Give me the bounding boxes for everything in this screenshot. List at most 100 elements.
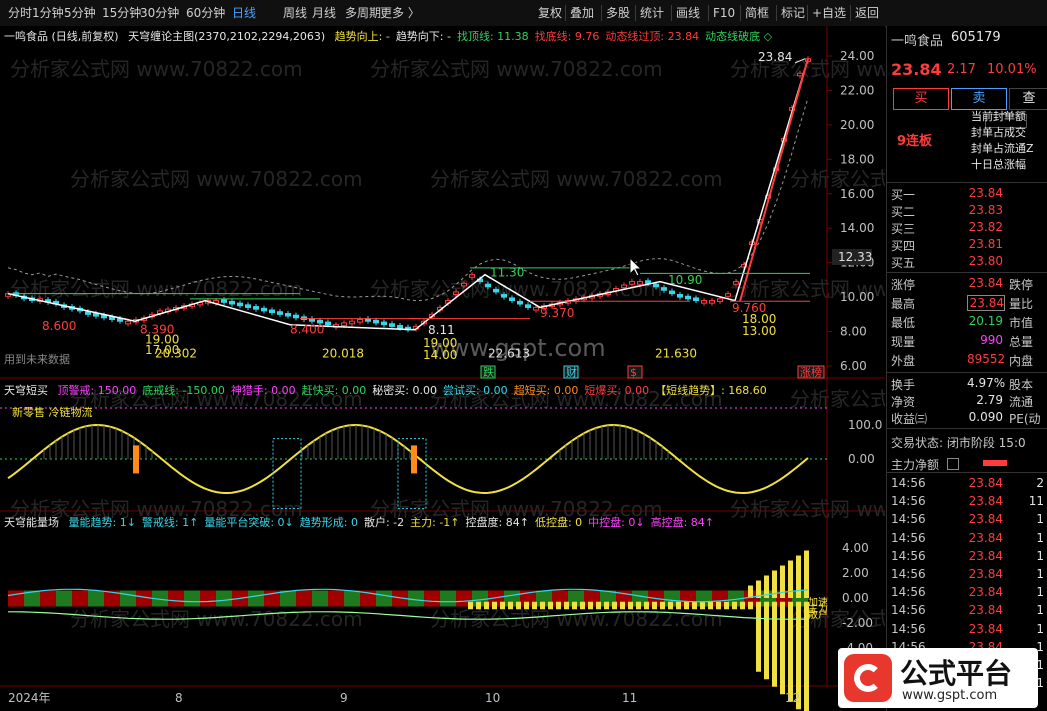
energy-block xyxy=(432,590,440,607)
event-marker: 涨榜 xyxy=(800,365,822,379)
tick-row: 14:56 23.84 11 xyxy=(887,494,1047,512)
tool-button-7[interactable]: 标记 xyxy=(781,4,805,22)
period-tab-5[interactable]: 60分钟 xyxy=(186,4,225,22)
stat-label: 最低 xyxy=(891,316,916,330)
energy-block xyxy=(176,590,184,607)
candle-body xyxy=(381,321,387,326)
short-y-tick-label: 100.0 xyxy=(848,418,882,432)
tool-button-5[interactable]: F10 xyxy=(713,4,735,22)
period-tab-8[interactable]: 月线 xyxy=(312,4,336,22)
period-tab-9[interactable]: 多周期 xyxy=(345,4,381,22)
sell-button[interactable]: 卖 xyxy=(951,88,1007,110)
energy-block xyxy=(104,590,112,607)
tick-time: 14:56 xyxy=(891,603,926,618)
kline-chart[interactable]: 分析家公式网 www.70822.com 分析家公式网 www.70822.com… xyxy=(0,26,885,711)
candle-body xyxy=(245,304,251,308)
candle-body xyxy=(701,300,707,304)
main-pane-item: 动态线破底 ◇ xyxy=(705,30,773,43)
short-pane-name[interactable]: 天穹短买 xyxy=(4,384,48,397)
chart-canvas[interactable]: 分析家公式网 www.70822.com 分析家公式网 www.70822.com… xyxy=(0,26,885,711)
period-tab-6[interactable]: 日线 xyxy=(232,4,256,22)
volume-y-tick-label: 4.00 xyxy=(842,541,869,555)
short-y-tick-label: 0.00 xyxy=(848,452,875,466)
fundamental-row: 收益㈢ 0.090 PE(动 xyxy=(887,410,1047,428)
stat-row: 涨停 23.84 跌停 xyxy=(887,276,1047,294)
main-pane-item: 找顶线: 11.38 xyxy=(456,30,529,43)
tool-button-1[interactable]: 叠加 xyxy=(570,4,594,22)
volume-bar-down xyxy=(556,601,561,610)
candle-body xyxy=(389,323,395,327)
bid-price: 23.80 xyxy=(968,254,1003,268)
tick-row: 14:56 23.84 1 xyxy=(887,549,1047,567)
period-tab-1[interactable]: 1分钟 xyxy=(32,4,64,22)
divider xyxy=(887,472,1047,473)
dropdown-icon[interactable] xyxy=(947,458,959,470)
ma-line xyxy=(7,97,809,302)
stat-label: 涨停 xyxy=(891,278,916,292)
energy-block xyxy=(320,590,328,607)
main-pane-item: 趋势向下: - xyxy=(395,30,451,43)
volume-bar-down xyxy=(604,601,609,610)
energy-block xyxy=(392,590,400,607)
tool-button-9[interactable]: 返回 xyxy=(855,4,879,22)
bid-row: 买一 23.84 xyxy=(887,186,1047,204)
volume-pane-item: 量能平台突破: 0↓ xyxy=(204,516,294,529)
main-indicator-name[interactable]: 天穹缠论主图(2370,2102,2294,2063) xyxy=(128,30,325,43)
short-pane-item: 秘密买: 0.00 xyxy=(372,384,437,397)
target-price-label: 14.00 xyxy=(423,348,457,362)
tick-price: 23.84 xyxy=(968,530,1003,545)
price-change: 2.17 xyxy=(947,62,976,77)
query-button[interactable]: 查 xyxy=(1009,88,1047,110)
buy-button[interactable]: 买 xyxy=(893,88,949,110)
tick-row: 14:56 23.84 2 xyxy=(887,476,1047,494)
period-tab-0[interactable]: 分时 xyxy=(8,4,32,22)
tool-button-4[interactable]: 画线 xyxy=(676,4,700,22)
candle-body xyxy=(349,320,355,325)
tool-button-3[interactable]: 统计 xyxy=(640,4,664,22)
bid-price: 23.83 xyxy=(968,203,1003,217)
signal-bar xyxy=(411,445,417,474)
bid-price: 23.84 xyxy=(968,186,1003,200)
tick-time: 14:56 xyxy=(891,494,926,509)
period-tab-2[interactable]: 5分钟 xyxy=(64,4,96,22)
tick-row: 14:56 23.84 1 xyxy=(887,585,1047,603)
candle-body xyxy=(717,298,723,302)
cycle-value-label: 20.302 xyxy=(155,346,197,360)
tick-volume: 1 xyxy=(1036,585,1044,600)
period-tab-3[interactable]: 15分钟 xyxy=(102,4,141,22)
bid-label: 买一 xyxy=(891,188,916,202)
volume-pane-name[interactable]: 天穹能量场 xyxy=(4,516,59,529)
volume-bar-down xyxy=(588,601,593,610)
y-tick-label: 16.00 xyxy=(840,187,874,201)
stock-code: 605179 xyxy=(951,30,1001,45)
tool-button-8[interactable]: +自选 xyxy=(812,4,846,22)
tool-button-6[interactable]: 简框 xyxy=(745,4,769,22)
toolbar-divider xyxy=(776,5,777,21)
period-tab-4[interactable]: 30分钟 xyxy=(140,4,179,22)
short-pane-item: 顶警戒: 150.00 xyxy=(57,384,137,397)
volume-bar-down xyxy=(764,601,769,680)
x-axis-label: 10 xyxy=(485,691,500,705)
limit-up-badge: 9连板 xyxy=(897,134,933,149)
tool-button-0[interactable]: 复权 xyxy=(538,4,562,22)
fundamental-value: 2.79 xyxy=(976,393,1003,407)
period-tab-10[interactable]: 更多 〉 xyxy=(380,4,420,22)
watermark-text: 分析家公式网 www.70822.com xyxy=(730,497,885,521)
tick-price: 23.84 xyxy=(968,476,1003,490)
candle-body xyxy=(357,319,363,323)
period-tab-7[interactable]: 周线 xyxy=(283,4,307,22)
candle-body xyxy=(269,309,275,314)
volume-bar-down xyxy=(684,601,689,610)
top-price-label: 11.30 xyxy=(490,265,524,279)
future-data-note: 用到未来数据 xyxy=(4,353,70,366)
tool-button-2[interactable]: 多股 xyxy=(606,4,630,22)
volume-bar-down xyxy=(572,601,577,610)
volume-bar-down xyxy=(724,601,729,610)
energy-block xyxy=(248,590,256,607)
fundamental-row: 换手 4.97% 股本 xyxy=(887,376,1047,394)
main-pane-item: 动态线过顶: 23.84 xyxy=(605,30,700,43)
bid-label: 买五 xyxy=(891,256,916,270)
energy-block xyxy=(56,590,64,607)
volume-bar-down xyxy=(548,601,553,610)
tick-volume: 1 xyxy=(1036,512,1044,527)
